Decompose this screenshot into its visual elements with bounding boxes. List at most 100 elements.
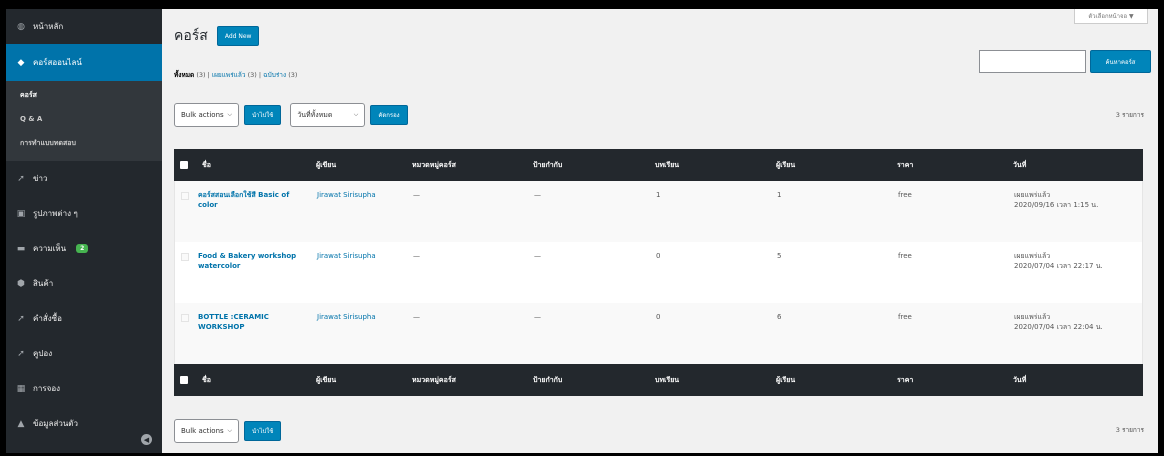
filter-all[interactable]: ทั้งหมด bbox=[174, 71, 194, 79]
date-cell: 2020/07/04 เวลา 22:04 น. bbox=[1014, 323, 1103, 331]
students-cell: 5 bbox=[777, 252, 782, 260]
sidebar-item-media[interactable]: ▣ รูปภาพต่าง ๆ bbox=[6, 196, 162, 231]
column-footer-author: ผู้เขียน bbox=[316, 375, 337, 384]
chevron-down-icon: ⌵ bbox=[227, 111, 232, 118]
apply-button[interactable]: นำไปใช้ bbox=[244, 105, 282, 125]
date-status: เผยแพร่แล้ว bbox=[1014, 313, 1051, 321]
date-cell: 2020/07/04 เวลา 22:17 น. bbox=[1014, 262, 1103, 270]
sidebar-item-label: คำสั่งซื้อ bbox=[33, 314, 62, 323]
pin-icon: ➚ bbox=[17, 313, 25, 324]
apply-button-bottom[interactable]: นำไปใช้ bbox=[244, 421, 282, 441]
sidebar-item-profile[interactable]: ▲ ข้อมูลส่วนตัว bbox=[6, 406, 162, 441]
screen-options-button[interactable]: ตัวเลือกหน้าจอ ▼ bbox=[1074, 9, 1148, 24]
bulk-actions-select-bottom[interactable]: Bulk actions ⌵ bbox=[174, 419, 239, 443]
column-footer-students: ผู้เรียน bbox=[776, 375, 796, 384]
filter-button[interactable]: คัดกรอง bbox=[370, 105, 408, 125]
course-title-link[interactable]: คอร์สสอนเลือกใช้สี Basic of color bbox=[198, 190, 311, 210]
collapse-menu-icon[interactable]: ◀ bbox=[141, 434, 152, 445]
submenu-item-courses[interactable]: คอร์ส bbox=[6, 83, 162, 107]
table-row: Food & Bakery workshop watercolor Jirawa… bbox=[175, 242, 1142, 303]
author-link[interactable]: Jirawat Sirisupha bbox=[317, 312, 376, 322]
dashboard-icon: ◍ bbox=[17, 21, 25, 32]
comment-icon: ▬ bbox=[16, 243, 26, 254]
lessons-cell: 1 bbox=[656, 191, 661, 199]
column-footer-tags: ป้ายกำกับ bbox=[533, 375, 563, 384]
price-cell: free bbox=[898, 313, 912, 321]
author-link[interactable]: Jirawat Sirisupha bbox=[317, 190, 376, 200]
column-header-tags: ป้ายกำกับ bbox=[533, 160, 563, 169]
column-footer-title[interactable]: ชื่อ bbox=[202, 375, 211, 386]
select-all-checkbox[interactable] bbox=[180, 161, 188, 169]
sidebar-item-comments[interactable]: ▬ ความเห็น 2 bbox=[6, 231, 162, 266]
courses-table: ชื่อ ผู้เขียน หมวดหมู่คอร์ส ป้ายกำกับ บท… bbox=[174, 149, 1143, 396]
sidebar-item-news[interactable]: ➚ ข่าว bbox=[6, 161, 162, 196]
bulk-actions-select[interactable]: Bulk actions ⌵ bbox=[174, 103, 239, 127]
row-checkbox[interactable] bbox=[181, 314, 189, 322]
product-icon: ⬢ bbox=[17, 278, 25, 289]
date-status: เผยแพร่แล้ว bbox=[1014, 191, 1051, 199]
search-input[interactable] bbox=[979, 50, 1086, 73]
table-row: คอร์สสอนเลือกใช้สี Basic of color Jirawa… bbox=[175, 181, 1142, 242]
sidebar-item-label: ข่าว bbox=[33, 174, 48, 183]
filter-all-count: (3) bbox=[196, 71, 206, 79]
calendar-icon: ▦ bbox=[16, 383, 26, 394]
sidebar-item-dashboard[interactable]: ◍ หน้าหลัก bbox=[6, 9, 162, 44]
column-footer-category: หมวดหมู่คอร์ส bbox=[412, 375, 456, 384]
column-footer-lessons: บทเรียน bbox=[655, 375, 680, 384]
bulk-actions-label: Bulk actions bbox=[181, 111, 224, 119]
filter-published[interactable]: เผยแพร่แล้ว bbox=[212, 71, 246, 79]
add-new-button[interactable]: Add New bbox=[216, 26, 260, 46]
sidebar-item-coupons[interactable]: ➚ คูปอง bbox=[6, 336, 162, 371]
column-header-title[interactable]: ชื่อ bbox=[202, 160, 211, 171]
sidebar-item-label: สินค้า bbox=[33, 279, 54, 288]
date-filter-label: วันที่ทั้งหมด bbox=[297, 110, 333, 119]
bulk-actions-label: Bulk actions bbox=[181, 427, 224, 435]
chevron-down-icon: ⌵ bbox=[227, 427, 232, 434]
graduation-cap-icon: ◆ bbox=[17, 57, 25, 68]
table-footer: ชื่อ ผู้เขียน หมวดหมู่คอร์ส ป้ายกำกับ บท… bbox=[174, 364, 1143, 396]
item-count-bottom: 3 รายการ bbox=[1115, 426, 1144, 434]
course-title-link[interactable]: Food & Bakery workshop watercolor bbox=[198, 251, 311, 271]
sidebar-item-online-courses[interactable]: ◆ คอร์สออนไลน์ bbox=[6, 44, 162, 81]
column-header-price: ราคา bbox=[897, 160, 914, 169]
column-footer-date[interactable]: วันที่ bbox=[1013, 375, 1026, 386]
tablenav-top: Bulk actions ⌵ นำไปใช้ วันที่ทั้งหมด ⌵ ค… bbox=[174, 103, 408, 127]
column-header-lessons: บทเรียน bbox=[655, 160, 680, 169]
submenu-item-quizzes[interactable]: การทำแบบทดสอบ bbox=[6, 131, 162, 155]
column-header-students: ผู้เรียน bbox=[776, 160, 796, 169]
item-count: 3 รายการ bbox=[1115, 111, 1144, 119]
status-filters: ทั้งหมด (3) | เผยแพร่แล้ว (3) | ฉบับร่าง… bbox=[174, 71, 298, 79]
chevron-down-icon: ⌵ bbox=[353, 111, 359, 118]
date-cell: 2020/09/16 เวลา 1:15 น. bbox=[1014, 201, 1099, 209]
table-header: ชื่อ ผู้เขียน หมวดหมู่คอร์ส ป้ายกำกับ บท… bbox=[174, 149, 1143, 181]
tags-cell: — bbox=[534, 252, 541, 260]
row-checkbox[interactable] bbox=[181, 253, 189, 261]
user-icon: ▲ bbox=[17, 418, 25, 429]
pin-icon: ➚ bbox=[17, 173, 25, 184]
students-cell: 1 bbox=[777, 191, 782, 199]
course-title-link[interactable]: BOTTLE :CERAMIC WORKSHOP bbox=[198, 312, 311, 332]
select-all-checkbox[interactable] bbox=[180, 376, 188, 384]
admin-sidebar: ◍ หน้าหลัก ◆ คอร์สออนไลน์ คอร์ส Q & A กา… bbox=[6, 9, 162, 453]
category-cell: — bbox=[413, 313, 420, 321]
author-link[interactable]: Jirawat Sirisupha bbox=[317, 251, 376, 261]
row-checkbox[interactable] bbox=[181, 192, 189, 200]
filter-draft[interactable]: ฉบับร่าง bbox=[263, 71, 286, 79]
tablenav-bottom: Bulk actions ⌵ นำไปใช้ bbox=[174, 419, 282, 443]
sidebar-submenu: คอร์ส Q & A การทำแบบทดสอบ bbox=[6, 81, 162, 161]
sidebar-item-label: ความเห็น bbox=[33, 244, 67, 253]
search-courses-button[interactable]: ค้นหาคอร์ส bbox=[1090, 50, 1151, 73]
sidebar-item-products[interactable]: ⬢ สินค้า bbox=[6, 266, 162, 301]
column-footer-price: ราคา bbox=[897, 375, 914, 384]
pin-icon: ➚ bbox=[17, 348, 25, 359]
title-row: คอร์ส Add New bbox=[174, 25, 260, 47]
submenu-item-qa[interactable]: Q & A bbox=[6, 107, 162, 131]
sidebar-item-bookings[interactable]: ▦ การจอง bbox=[6, 371, 162, 406]
sidebar-item-label: หน้าหลัก bbox=[33, 22, 64, 31]
column-header-date[interactable]: วันที่ bbox=[1013, 160, 1026, 171]
tags-cell: — bbox=[534, 191, 541, 199]
date-filter-select[interactable]: วันที่ทั้งหมด ⌵ bbox=[290, 103, 366, 127]
sidebar-item-orders[interactable]: ➚ คำสั่งซื้อ bbox=[6, 301, 162, 336]
table-row: BOTTLE :CERAMIC WORKSHOP Jirawat Sirisup… bbox=[175, 303, 1142, 364]
table-body: คอร์สสอนเลือกใช้สี Basic of color Jirawa… bbox=[174, 181, 1143, 364]
